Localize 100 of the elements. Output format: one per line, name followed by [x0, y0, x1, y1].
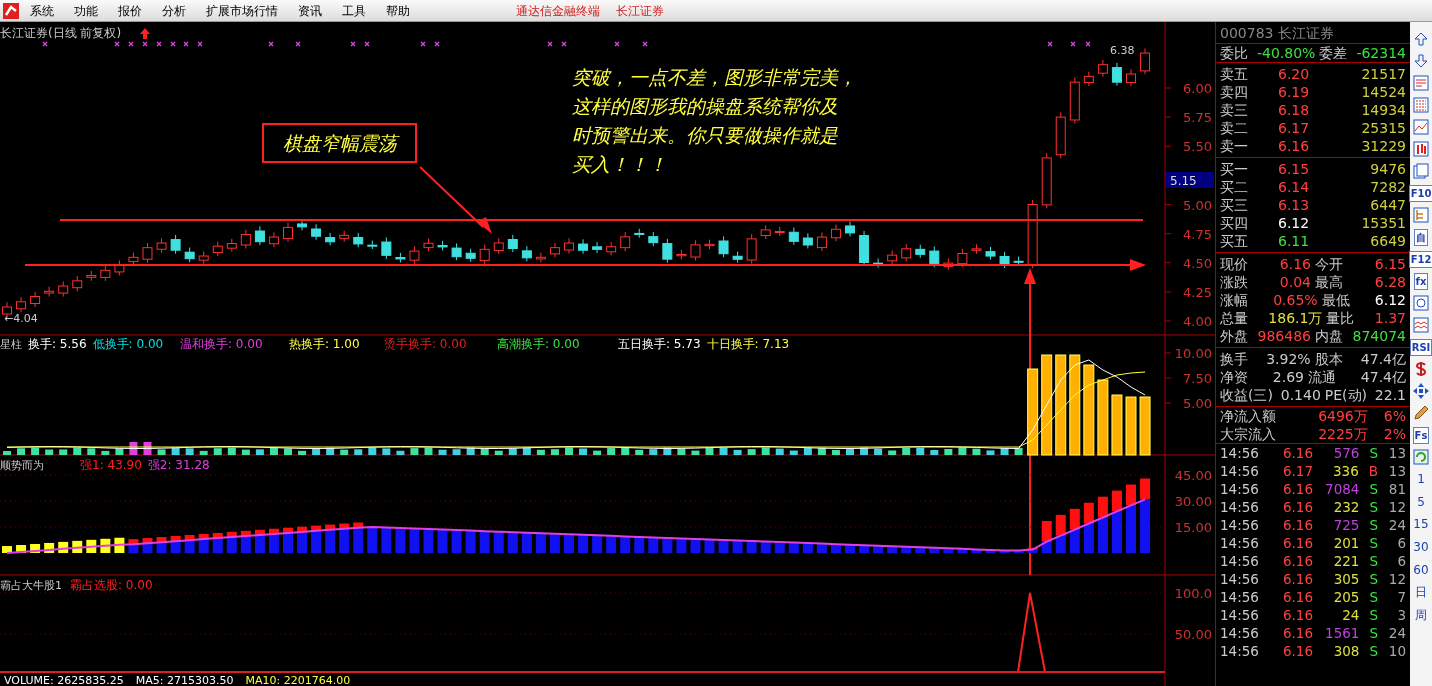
order-price: 6.15: [1278, 160, 1310, 178]
tick-time: 14:56: [1220, 552, 1259, 570]
order-label: 卖一: [1220, 137, 1248, 155]
down-arrow-icon[interactable]: [1412, 52, 1430, 70]
field-value: 0.65%: [1273, 291, 1318, 309]
toolbar-button[interactable]: Fs: [1412, 426, 1430, 444]
indicator-name: 霸占大牛股1: [0, 579, 62, 592]
field-label: 委比: [1220, 44, 1248, 62]
field-label: 量比: [1326, 309, 1355, 327]
tree-icon[interactable]: [1412, 206, 1430, 224]
toolbar-button[interactable]: F10: [1408, 184, 1432, 202]
up-arrow-icon: [140, 28, 150, 39]
tick-price: 6.16: [1282, 588, 1313, 606]
toolbar-button[interactable]: fx: [1413, 272, 1429, 290]
field-value: -40.80%: [1257, 44, 1316, 62]
menu-item[interactable]: 扩展市场行情: [196, 0, 288, 22]
window-title: 长江证券: [616, 2, 664, 20]
grid-icon[interactable]: [1412, 96, 1430, 114]
tick-time: 14:56: [1220, 462, 1259, 480]
axis-label: 4.00: [1183, 314, 1212, 329]
tick-volume: 221: [1333, 552, 1360, 570]
tick-volume: 305: [1333, 570, 1360, 588]
tick-time: 14:56: [1220, 606, 1259, 624]
tick-time: 14:56: [1220, 498, 1259, 516]
field-label: 最高: [1315, 273, 1343, 291]
order-price: 6.12: [1278, 214, 1310, 232]
axis-label: 5.00: [1183, 396, 1212, 411]
indicator-reading: 温和换手: 0.00: [180, 337, 263, 351]
tick-side: B: [1368, 462, 1378, 480]
stock-header: 000783 长江证券: [1220, 24, 1334, 43]
flow-value: 2225万: [1318, 425, 1368, 443]
tick-price: 6.16: [1282, 534, 1313, 552]
tick-side: S: [1369, 588, 1378, 606]
order-volume: 31229: [1361, 137, 1406, 155]
order-price: 6.13: [1278, 196, 1310, 214]
order-label: 买一: [1220, 160, 1248, 178]
pencil-icon[interactable]: [1412, 404, 1430, 422]
order-price: 6.19: [1278, 83, 1310, 101]
tick-count: 6: [1396, 534, 1406, 552]
toolbar-button[interactable]: 自: [1414, 228, 1428, 246]
tick-price: 6.16: [1282, 498, 1313, 516]
documents-icon[interactable]: [1412, 162, 1430, 180]
axis-label: 7.50: [1183, 371, 1212, 386]
menu-item[interactable]: 报价: [108, 0, 152, 22]
tick-side: S: [1369, 642, 1378, 660]
tick-count: 12: [1387, 498, 1406, 516]
line-chart-icon[interactable]: [1412, 118, 1430, 136]
indicator-name: 顺势而为: [0, 459, 44, 472]
field-label: 涨跌: [1220, 273, 1248, 291]
footer-reading: VOLUME: 2625835.25: [4, 674, 124, 686]
period-button[interactable]: 15: [1410, 513, 1432, 536]
period-button[interactable]: 日: [1410, 580, 1432, 604]
tick-price: 6.16: [1282, 624, 1313, 642]
cursor-price-text: 5.15: [1170, 174, 1197, 188]
field-value: 186.1万: [1268, 309, 1323, 327]
move-icon[interactable]: [1412, 382, 1430, 400]
period-button[interactable]: 5: [1410, 490, 1432, 514]
indicator-reading: 五日换手: 5.73: [618, 337, 701, 351]
field-value: 986486: [1257, 327, 1311, 345]
indicator-reading: 强2: 31.28: [147, 458, 210, 472]
axis-label: 4.50: [1183, 255, 1212, 271]
order-volume: 25315: [1361, 119, 1406, 137]
tick-side: S: [1369, 606, 1378, 624]
field-value: 6.15: [1374, 255, 1406, 273]
indicator-reading: 十日换手: 7.13: [706, 337, 790, 351]
field-label: 现价: [1220, 255, 1248, 273]
period-button[interactable]: 1: [1410, 468, 1432, 491]
order-volume: 7282: [1370, 178, 1406, 196]
tick-side: S: [1369, 570, 1378, 588]
field-label: 股本: [1314, 350, 1343, 368]
field-value: 0.140: [1280, 386, 1321, 404]
field-label: 换手: [1220, 350, 1248, 368]
toolbar-button[interactable]: F12: [1408, 250, 1432, 268]
axis-label: 4.25: [1183, 284, 1212, 300]
up-arrow-icon[interactable]: [1412, 30, 1430, 48]
candlestick-icon[interactable]: [1412, 140, 1430, 158]
indicator-reading: 低换手: 0.00: [92, 337, 164, 351]
period-button[interactable]: 周: [1410, 603, 1432, 627]
menu-item[interactable]: 帮助: [376, 0, 420, 22]
tick-price: 6.16: [1282, 642, 1313, 660]
tick-price: 6.16: [1282, 444, 1313, 462]
tick-volume: 1561: [1325, 624, 1360, 642]
wave-icon[interactable]: [1412, 316, 1430, 334]
toolbar-button[interactable]: RSI: [1409, 338, 1432, 356]
field-label: PE(动): [1324, 386, 1368, 404]
period-button[interactable]: 60: [1410, 558, 1432, 581]
indicator-reading: 热换手: 1.00: [289, 337, 360, 351]
tick-price: 6.16: [1282, 516, 1313, 534]
order-label: 买五: [1220, 232, 1248, 250]
menu-item[interactable]: 工具: [332, 0, 376, 22]
menu-item[interactable]: 资讯: [288, 0, 332, 22]
menu-item[interactable]: 分析: [152, 0, 196, 22]
tick-price: 6.16: [1282, 570, 1313, 588]
menu-item[interactable]: 系统: [20, 0, 64, 22]
app-logo-icon: [2, 1, 20, 20]
order-label: 卖四: [1220, 83, 1248, 101]
tick-count: 13: [1387, 444, 1406, 462]
menu-item[interactable]: 功能: [64, 0, 108, 22]
refresh-icon[interactable]: [1412, 448, 1430, 466]
period-button[interactable]: 30: [1410, 535, 1432, 559]
